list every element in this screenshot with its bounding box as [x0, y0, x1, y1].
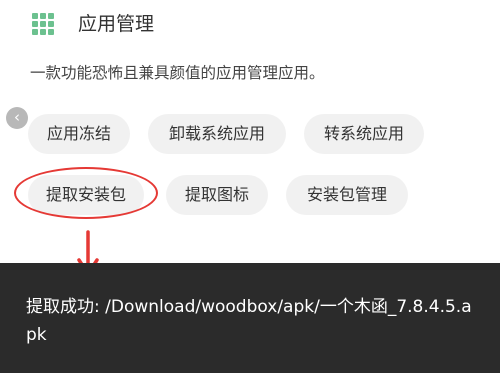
- page-title: 应用管理: [78, 13, 155, 35]
- uninstall-system-app-button[interactable]: 卸载系统应用: [148, 114, 286, 154]
- toast-notification: 提取成功: /Download/woodbox/apk/一个木函_7.8.4.5…: [0, 263, 500, 373]
- apk-manager-button[interactable]: 安装包管理: [286, 175, 408, 215]
- app-description: 一款功能恐怖且兼具颜值的应用管理应用。: [30, 64, 325, 82]
- app-header: 应用管理: [0, 0, 500, 52]
- freeze-app-button[interactable]: 应用冻结: [28, 114, 130, 154]
- convert-to-system-app-button[interactable]: 转系统应用: [304, 114, 424, 154]
- grid-apps-icon: [32, 13, 54, 35]
- chevron-left-icon[interactable]: ‹: [6, 107, 28, 129]
- extract-icon-button[interactable]: 提取图标: [166, 175, 268, 215]
- extract-apk-button[interactable]: 提取安装包: [28, 175, 144, 215]
- toast-message: 提取成功: /Download/woodbox/apk/一个木函_7.8.4.5…: [26, 297, 472, 345]
